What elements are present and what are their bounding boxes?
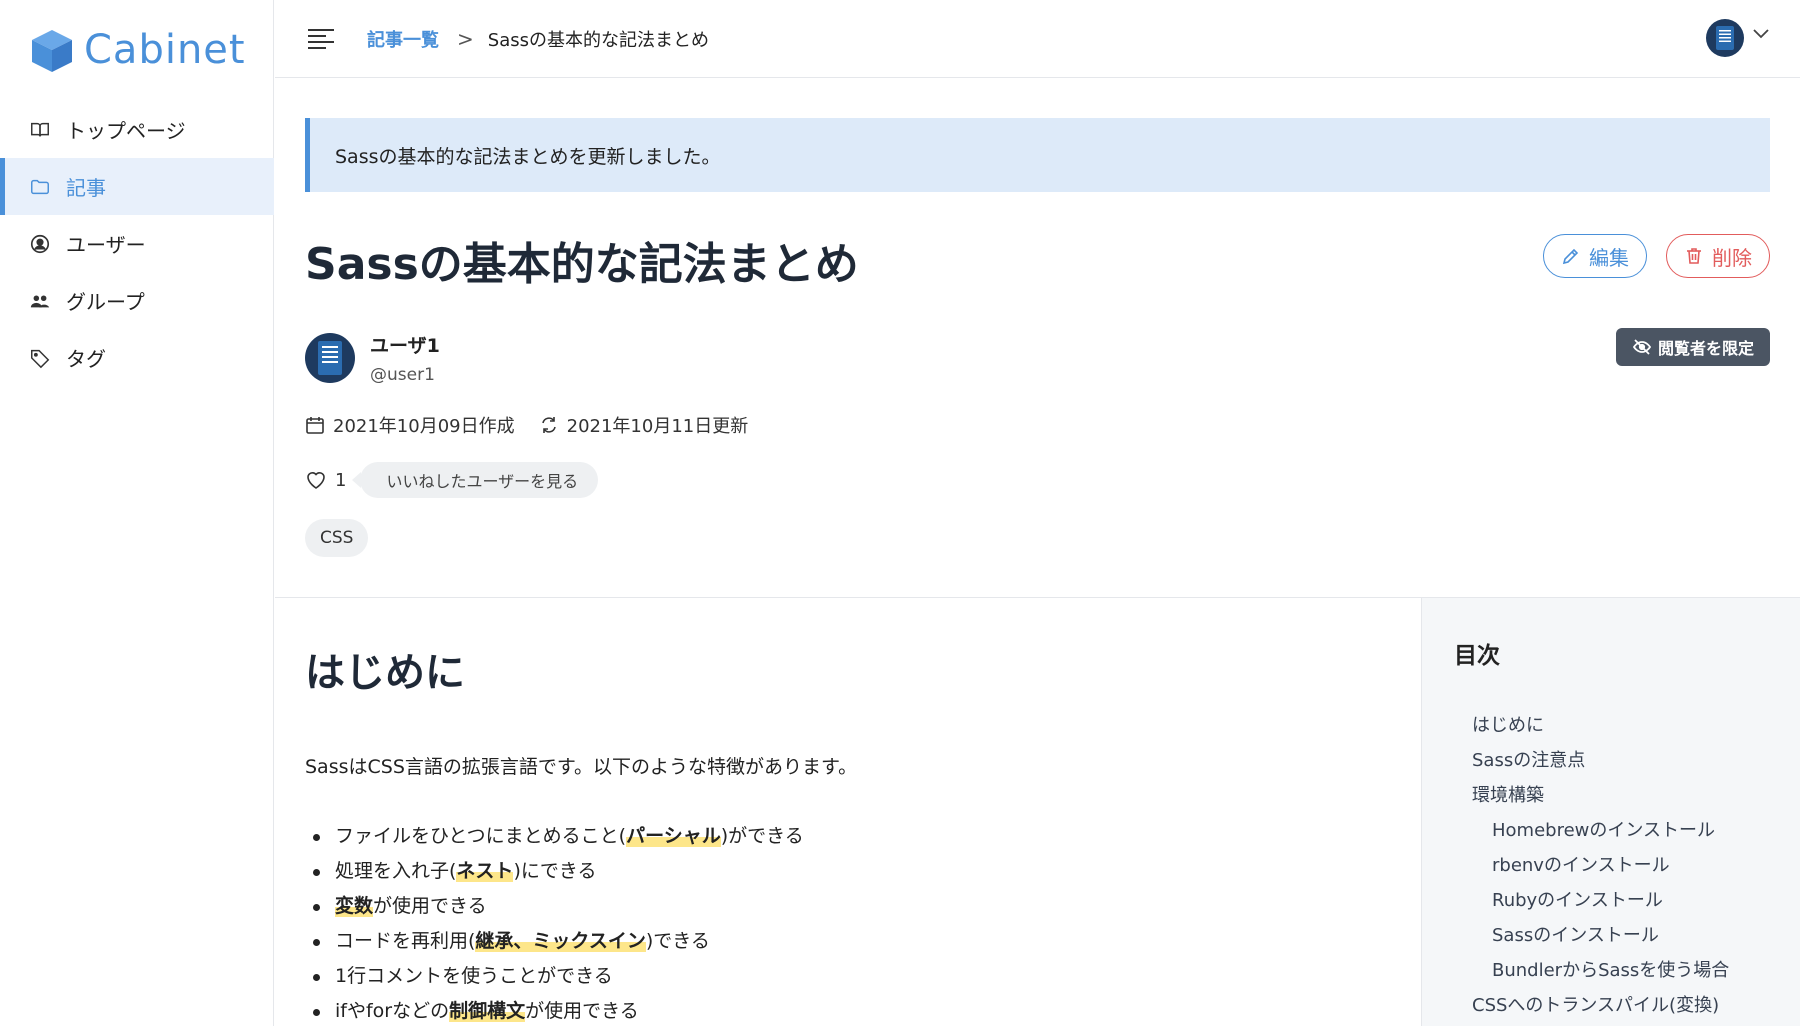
tag-icon [28,346,52,370]
page-title: Sassの基本的な記法まとめ [305,239,859,290]
toc-item[interactable]: BundlerからSassを使う場合 [1472,953,1729,988]
breadcrumb-current: Sassの基本的な記法まとめ [487,29,709,51]
likes-row: 1 いいねしたユーザーを見る [305,462,599,498]
users-icon [28,289,52,313]
menu-icon [308,28,334,49]
sidebar-item-label: タグ [66,347,106,371]
tag-chip[interactable]: CSS [305,519,369,557]
toc-item[interactable]: はじめに [1472,708,1729,743]
eye-slash-icon [1632,339,1652,355]
restricted-viewers-badge: 閲覧者を限定 [1616,328,1770,366]
chevron-down-icon[interactable] [1752,28,1770,40]
author-avatar[interactable] [305,333,355,383]
calendar-icon [306,417,324,434]
sidebar-item-label: トップページ [66,119,186,143]
list-item: 処理を入れ子(ネスト)にできる [305,854,1405,889]
table-of-contents: 目次 はじめに Sassの注意点 環境構築 Homebrewのインストール rb… [1421,598,1800,1026]
delete-button[interactable]: 削除 [1666,234,1770,278]
breadcrumb-separator: > [457,26,474,51]
flash-text: Sassの基本的な記法まとめを更新しました。 [335,145,721,168]
toc-item[interactable]: rbenvのインストール [1472,848,1729,883]
heart-icon[interactable] [305,469,327,491]
menu-toggle-button[interactable] [307,24,337,54]
sidebar-item-users[interactable]: ユーザー [0,215,274,272]
toc-item[interactable]: Sassの注意点 [1472,743,1729,778]
list-item: 変数が使用できる [305,889,1405,924]
feature-list: ファイルをひとつにまとめること(パーシャル)ができる 処理を入れ子(ネスト)にで… [305,819,1405,1026]
toc-item[interactable]: Sassのインストール [1472,918,1729,953]
breadcrumb-articles-link[interactable]: 記事一覧 [367,26,439,52]
list-item: コードを再利用(継承、ミックスイン)できる [305,924,1405,959]
sidebar-item-label: 記事 [66,176,106,200]
article-dates: 2021年10月09日作成 2021年10月11日更新 [305,412,748,438]
delete-label: 削除 [1712,245,1752,270]
intro-paragraph: SassはCSS言語の拡張言語です。以下のような特徴があります。 [305,756,858,778]
toc-list: はじめに Sassの注意点 環境構築 Homebrewのインストール rbenv… [1472,708,1729,1023]
restricted-label: 閲覧者を限定 [1657,339,1754,358]
flash-message: Sassの基本的な記法まとめを更新しました。 [305,118,1770,192]
edit-label: 編集 [1589,245,1629,270]
liked-users-button[interactable]: いいねしたユーザーを見る [352,462,599,498]
toc-item[interactable]: 環境構築 [1472,778,1729,813]
trash-icon [1687,248,1701,264]
sidebar-item-label: グループ [66,290,145,314]
list-item: ファイルをひとつにまとめること(パーシャル)ができる [305,819,1405,854]
sidebar-item-label: ユーザー [66,233,146,257]
sidebar: Cabinet トップページ 記事 ユーザー グループ タグ [0,0,274,1026]
toc-item[interactable]: CSSへのトランスパイル(変換) [1472,988,1729,1023]
list-item: ifやforなどの制御構文が使用できる [305,994,1405,1026]
list-item: 1行コメントを使うことができる [305,959,1405,994]
user-circle-icon [28,232,52,256]
author-handle: @user1 [370,365,435,385]
book-icon [28,118,52,142]
refresh-icon [541,417,556,433]
toc-title: 目次 [1454,643,1500,669]
updated-date: 2021年10月11日更新 [566,416,749,437]
cube-logo-icon [32,30,72,72]
folder-icon [28,175,52,199]
doc-avatar-icon [318,341,342,375]
article-body: はじめに SassはCSS言語の拡張言語です。以下のような特徴があります。 ファ… [305,640,1405,1026]
sidebar-item-articles[interactable]: 記事 [0,158,274,215]
toc-item[interactable]: Homebrewのインストール [1472,813,1729,848]
pencil-icon [1562,248,1579,265]
author-name[interactable]: ユーザ1 [370,331,440,358]
user-avatar[interactable] [1706,19,1744,57]
doc-avatar-icon [1716,26,1734,50]
top-header: 記事一覧 > Sassの基本的な記法まとめ [275,0,1800,78]
sidebar-item-groups[interactable]: グループ [0,272,274,329]
toc-item[interactable]: Rubyのインストール [1472,883,1729,918]
sidebar-item-tags[interactable]: タグ [0,329,274,386]
brand-name: Cabinet [84,27,246,73]
created-date: 2021年10月09日作成 [333,416,515,437]
like-count: 1 [335,469,347,491]
section-heading: はじめに [305,650,465,696]
logo[interactable]: Cabinet [28,24,246,76]
sidebar-nav: トップページ 記事 ユーザー グループ タグ [0,101,274,386]
sidebar-item-top[interactable]: トップページ [0,101,274,158]
edit-button[interactable]: 編集 [1543,234,1647,278]
